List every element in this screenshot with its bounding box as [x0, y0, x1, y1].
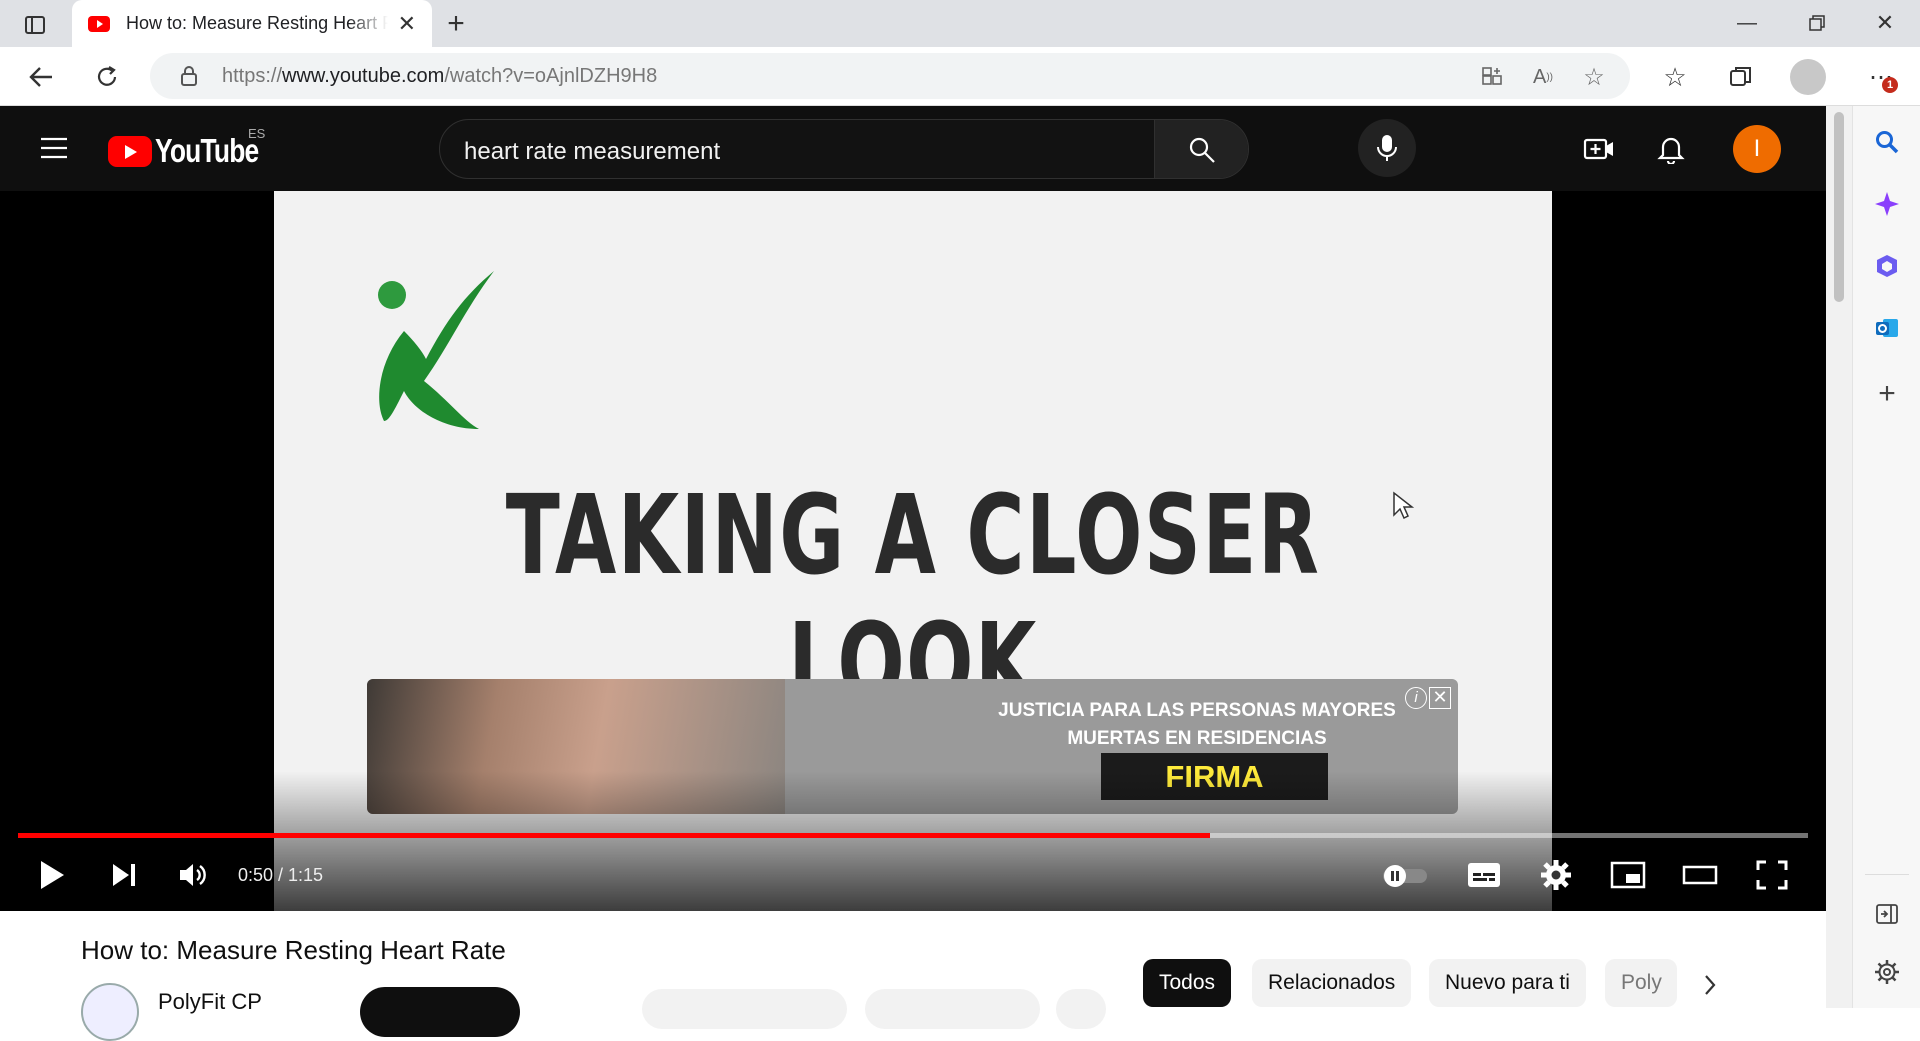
sidebar-divider: [1865, 874, 1909, 875]
tab-actions-icon[interactable]: [20, 10, 50, 40]
miniplayer-icon[interactable]: [1606, 851, 1650, 899]
sidebar-settings-icon[interactable]: [1869, 954, 1905, 990]
slide-logo-icon: [354, 251, 504, 431]
youtube-play-icon: [108, 135, 152, 167]
create-video-icon[interactable]: [1580, 130, 1618, 168]
new-tab-icon[interactable]: +: [440, 7, 472, 40]
notifications-bell-icon[interactable]: [1652, 130, 1690, 168]
play-button[interactable]: [30, 851, 74, 899]
time-display: 0:50 / 1:15: [238, 865, 324, 885]
chip-nuevo-para-ti[interactable]: Nuevo para ti: [1429, 959, 1586, 1007]
search-box: heart rate measurement: [439, 119, 1249, 179]
tab-title: How to: Measure Resting Heart Rate - You…: [126, 13, 388, 33]
notification-badge: 1: [1882, 77, 1898, 93]
video-title: How to: Measure Resting Heart Rate: [81, 935, 506, 965]
chips-next-icon[interactable]: [1690, 965, 1730, 1005]
url-path: /watch?v=oAjnlDZH9H8: [444, 64, 658, 87]
url-domain: www.youtube.com: [282, 64, 445, 87]
subscribe-button[interactable]: [360, 987, 520, 1037]
hide-sidebar-icon[interactable]: [1869, 896, 1905, 932]
favorites-icon[interactable]: ☆: [1658, 60, 1692, 94]
mouse-cursor-icon: [1392, 491, 1415, 526]
search-input[interactable]: heart rate measurement: [464, 138, 720, 166]
progress-played: [18, 833, 1211, 838]
lock-icon[interactable]: [178, 65, 200, 87]
close-window-icon[interactable]: ✕: [1868, 8, 1902, 38]
search-button[interactable]: [1154, 120, 1248, 178]
add-sidebar-icon[interactable]: +: [1869, 376, 1905, 412]
country-code: ES: [248, 126, 266, 141]
apps-icon[interactable]: [1480, 65, 1504, 89]
ad-close-icon[interactable]: ✕: [1429, 687, 1451, 709]
more-actions-button[interactable]: [1056, 989, 1106, 1029]
restore-icon[interactable]: [1800, 8, 1834, 38]
back-icon[interactable]: [24, 60, 58, 94]
search-sidebar-icon[interactable]: [1869, 124, 1905, 160]
share-button[interactable]: [865, 989, 1040, 1029]
add-favorite-icon[interactable]: ☆: [1580, 63, 1608, 91]
page-scrollbar[interactable]: [1826, 106, 1852, 1008]
progress-bar[interactable]: [18, 833, 1808, 838]
subtitles-icon[interactable]: [1462, 851, 1506, 899]
minimize-icon[interactable]: —: [1730, 8, 1764, 38]
ad-line-2: MUERTAS EN RESIDENCIAS: [1067, 728, 1327, 749]
account-avatar[interactable]: I: [1733, 125, 1781, 173]
ad-line-1: JUSTICIA PARA LAS PERSONAS MAYORES: [998, 700, 1396, 721]
scroll-thumb[interactable]: [1834, 112, 1844, 302]
search-icon: [1187, 135, 1217, 165]
reload-icon[interactable]: [90, 60, 124, 94]
profile-icon[interactable]: [1790, 59, 1826, 95]
read-aloud-icon[interactable]: A)): [1530, 65, 1556, 89]
address-bar: https://www.youtube.com/watch?v=oAjnlDZH…: [0, 47, 1920, 106]
office-icon[interactable]: [1869, 248, 1905, 284]
avatar-letter: I: [1753, 135, 1761, 162]
collections-icon[interactable]: [1724, 60, 1758, 94]
copilot-sparkle-icon[interactable]: [1869, 186, 1905, 222]
edge-sidebar: +: [1852, 106, 1920, 1008]
browser-tab-bar: How to: Measure Resting Heart Rate - You…: [0, 0, 1920, 47]
video-player[interactable]: TAKING A CLOSER LOOK JUSTICIA PARA LAS P…: [0, 191, 1826, 911]
theater-mode-icon[interactable]: [1678, 851, 1722, 899]
fullscreen-icon[interactable]: [1750, 851, 1794, 899]
chip-todos[interactable]: Todos: [1143, 959, 1232, 1007]
menu-icon[interactable]: [36, 130, 72, 166]
url-field[interactable]: https://www.youtube.com/watch?v=oAjnlDZH…: [150, 53, 1630, 99]
below-video: How to: Measure Resting Heart Rate PolyF…: [0, 911, 1826, 1041]
chip-relacionados[interactable]: Relacionados: [1252, 959, 1412, 1007]
channel-avatar[interactable]: [81, 983, 139, 1041]
url-prefix: https://: [222, 64, 283, 87]
outlook-icon[interactable]: [1869, 310, 1905, 346]
youtube-header: YouTube ES heart rate measurement I: [0, 106, 1826, 191]
active-tab[interactable]: How to: Measure Resting Heart Rate - You…: [72, 0, 432, 47]
ad-text: JUSTICIA PARA LAS PERSONAS MAYORES MUERT…: [987, 697, 1407, 753]
youtube-wordmark: YouTube: [155, 132, 259, 169]
next-button[interactable]: [102, 851, 146, 899]
volume-icon[interactable]: [172, 851, 216, 899]
autoplay-toggle[interactable]: [1378, 851, 1432, 899]
ad-info-icon[interactable]: i: [1405, 687, 1427, 709]
youtube-favicon-icon: [88, 15, 110, 32]
like-button[interactable]: [642, 989, 847, 1029]
chip-poly[interactable]: Poly: [1605, 959, 1677, 1007]
settings-gear-icon[interactable]: [1534, 851, 1578, 899]
tab-close-icon[interactable]: ✕: [398, 11, 416, 37]
voice-search-icon[interactable]: [1358, 119, 1416, 177]
channel-name[interactable]: PolyFit CP: [158, 989, 262, 1015]
